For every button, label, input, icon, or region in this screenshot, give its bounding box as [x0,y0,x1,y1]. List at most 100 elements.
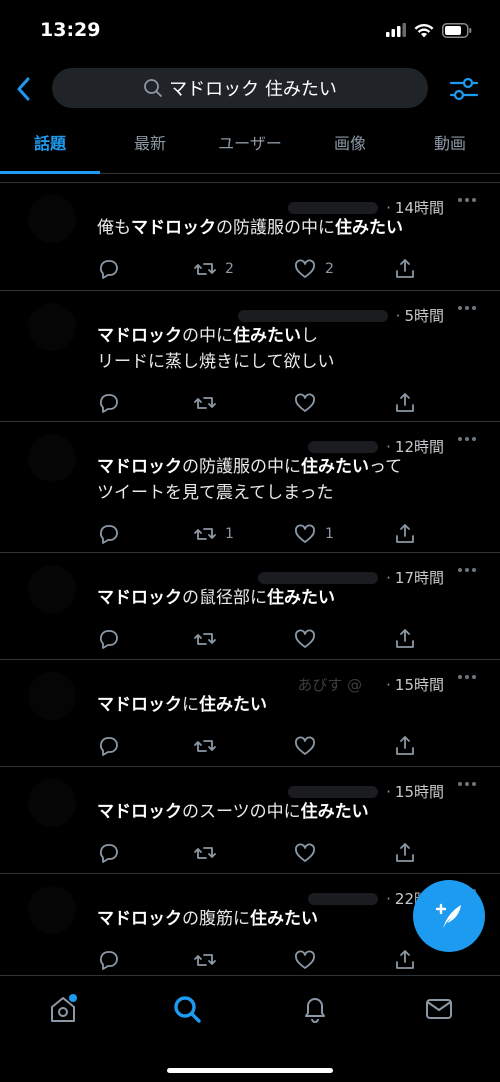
tweet-text-line: ツイートを見て震えてしまった [97,480,333,506]
nav-messages[interactable] [424,994,454,1024]
tweet[interactable]: · 5時間 マドロックの中に住みたいし リードに蒸し焼きにして欲しい [0,290,500,421]
more-options-icon[interactable] [458,301,480,315]
reply-icon [99,630,118,649]
tweet-text-segment: の中に [182,326,233,346]
avatar[interactable] [28,886,76,934]
separator-dot: · [395,306,401,325]
heart-icon [295,629,315,648]
highlighted-search-term: マドロック [97,909,182,929]
highlighted-search-term: 住みたい [199,695,267,715]
share-button[interactable] [393,627,417,651]
highlighted-search-term: マドロック [97,588,182,608]
more-options-icon[interactable] [458,563,480,577]
retweet-icon [194,847,216,859]
tweet[interactable]: · 17時間 マドロックの鼠径部に住みたい [0,552,500,659]
tweet-text-segment: のスーツの中に [182,802,301,822]
back-button[interactable] [12,75,38,103]
reply-button[interactable] [97,734,121,758]
retweet-icon [194,397,216,409]
tweet[interactable]: · 15時間 マドロックのスーツの中に住みたい [0,766,500,873]
reply-icon [99,525,118,544]
compose-tweet-icon [435,903,461,929]
separator-dot: · [386,437,391,456]
more-options-icon[interactable] [458,777,480,791]
reply-button[interactable] [97,257,121,281]
reply-button[interactable] [97,627,121,651]
tweet-text-segment: 俺も [97,218,131,238]
avatar[interactable] [28,303,76,351]
retweet-button[interactable]: 2 [193,257,234,281]
tab-top[interactable]: 話題 [0,120,100,174]
avatar[interactable] [28,565,76,613]
highlighted-search-term: 住みたい [267,588,335,608]
highlighted-search-term: 住みたい [250,909,318,929]
search-query: マドロック 住みたい [169,79,337,100]
reply-button[interactable] [97,841,121,865]
avatar[interactable] [28,672,76,720]
like-button[interactable] [293,391,325,415]
share-button[interactable] [393,734,417,758]
tab-latest[interactable]: 最新 [100,120,200,173]
retweet-button[interactable] [193,948,225,972]
search-tabs: 話題 最新 ユーザー 画像 動画 [0,120,500,174]
retweet-button[interactable]: 1 [193,522,234,546]
tweet-text-segment: ツイートを見て震えてしまった [97,483,334,503]
more-options-icon[interactable] [458,432,480,446]
nav-home[interactable] [48,994,78,1024]
like-button[interactable] [293,948,325,972]
like-button[interactable]: 1 [293,522,334,546]
tweet-text-segment: リードに蒸し焼きにして欲しい [97,352,335,372]
tab-photos[interactable]: 画像 [300,120,400,173]
search-settings-button[interactable] [448,74,480,104]
like-button[interactable] [293,841,325,865]
like-button[interactable]: 2 [293,257,334,281]
highlighted-search-term: マドロック [131,218,216,238]
like-button[interactable] [293,734,325,758]
sliders-icon [449,77,479,101]
nav-notifications[interactable] [300,994,330,1024]
cellular-signal-icon [386,23,406,37]
share-button[interactable] [393,522,417,546]
reply-button[interactable] [97,522,121,546]
obscured-author-name [258,571,379,584]
share-icon [396,950,414,969]
avatar[interactable] [28,779,76,827]
bottom-navigation [0,975,500,1082]
tweet-text-line: マドロックの中に住みたいし [97,323,318,349]
tweet-time: 15時間 [394,676,444,694]
obscured-author-name [288,785,379,798]
status-bar: 13:29 [0,0,500,62]
retweet-button[interactable] [193,734,225,758]
tweet-actions [97,948,427,974]
nav-search[interactable] [172,994,202,1024]
share-button[interactable] [393,257,417,281]
share-icon [396,843,414,862]
compose-tweet-button[interactable] [413,880,485,952]
tweet-meta: あびす @ · 15時間 [297,674,444,695]
retweet-button[interactable] [193,841,225,865]
tweet-text-segment: し [301,326,318,346]
tab-videos[interactable]: 動画 [400,120,500,173]
share-button[interactable] [393,391,417,415]
more-options-icon[interactable] [458,193,480,207]
like-button[interactable] [293,627,325,651]
tweet[interactable]: あびす @ · 15時間 マドロックに住みたい [0,659,500,766]
avatar[interactable] [28,195,76,243]
search-input[interactable]: マドロック 住みたい [52,68,428,108]
reply-button[interactable] [97,948,121,972]
tweet-text-segment: の腹筋に [182,909,250,929]
share-button[interactable] [393,841,417,865]
home-icon [51,994,77,1022]
tab-people[interactable]: ユーザー [200,120,300,173]
tweet[interactable]: · 12時間 マドロックの防護服の中に住みたいって ツイートを見て震えてしまった 1 1 [0,421,500,552]
share-button[interactable] [393,948,417,972]
retweet-button[interactable] [193,627,225,651]
retweet-button[interactable] [193,391,225,415]
tweet-text-line: マドロックの腹筋に住みたい [97,906,318,932]
reply-button[interactable] [97,391,121,415]
avatar[interactable] [28,434,76,482]
tweet[interactable]: · 14時間 俺もマドロックの防護服の中に住みたい 2 2 [0,182,500,290]
more-options-icon[interactable] [458,670,480,684]
tweet-author-name[interactable]: あびす @ [297,674,362,695]
wifi-icon [414,23,434,37]
